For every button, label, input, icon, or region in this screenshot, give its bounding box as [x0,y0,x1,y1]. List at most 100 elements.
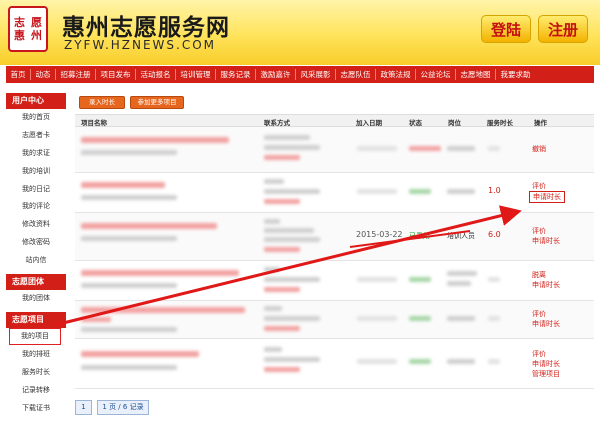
contact-redacted [264,277,320,282]
pagination-page-1[interactable]: 1 [75,400,92,415]
record-hours-button[interactable]: 录入时长 [79,96,125,109]
role-redacted [447,146,475,151]
main-nav: 首页 动态 招募注册 项目发布 活动报名 培训管理 服务记录 激励嘉许 风采展影… [6,66,594,83]
sidebar-item-service-hours[interactable]: 服务时长 [6,364,66,382]
project-name-redacted[interactable] [81,351,199,357]
table-row: 2015-03-22 已录用 培训人员 6.0 评价 申请时长 [75,213,594,261]
apply-hours-link[interactable]: 申请时长 [532,236,560,246]
hours-redacted [488,359,500,364]
join-date-redacted [357,316,397,321]
column-header-role: 岗位 [448,119,461,127]
service-hours-value: 1.0 [488,186,501,195]
column-header-status: 状态 [409,119,422,127]
nav-item-signup[interactable]: 活动报名 [136,69,176,80]
nav-item-gallery[interactable]: 风采展影 [296,69,336,80]
nav-item-map[interactable]: 志愿地图 [456,69,496,80]
sidebar-item-my-verification[interactable]: 我的求证 [6,145,66,163]
project-name-redacted[interactable] [81,223,217,229]
apply-hours-link[interactable]: 申请时长 [529,191,565,203]
contact-redacted [264,219,280,224]
sidebar-heading-projects: 志愿项目 [6,311,66,328]
table-row: 脱离 申请时长 [75,261,594,301]
project-name-redacted[interactable] [81,307,245,313]
rate-link[interactable]: 评价 [532,309,560,319]
sidebar-item-my-diary[interactable]: 我的日记 [6,181,66,199]
rate-link[interactable]: 评价 [532,181,565,191]
contact-redacted [264,357,320,362]
row-actions: 评价 申请时长 [532,309,560,329]
apply-hours-link[interactable]: 申请时长 [532,319,560,329]
apply-hours-link[interactable]: 申请时长 [532,280,560,290]
nav-item-recruit[interactable]: 招募注册 [56,69,96,80]
sidebar-item-my-home[interactable]: 我的首页 [6,109,66,127]
contact-redacted [264,237,320,242]
nav-item-help[interactable]: 我要求助 [496,69,535,80]
hours-redacted [488,146,500,151]
sidebar-item-download-certificate[interactable]: 下载证书 [6,400,66,418]
project-org-redacted [81,327,177,332]
nav-item-home[interactable]: 首页 [6,69,31,80]
nav-item-awards[interactable]: 激励嘉许 [256,69,296,80]
nav-item-policy[interactable]: 政策法规 [376,69,416,80]
join-date-redacted [357,146,397,151]
status-value: 已录用 [409,232,430,240]
row-actions: 脱离 申请时长 [532,270,560,290]
rate-link[interactable]: 评价 [532,349,560,359]
row-actions: 评价 申请时长 [532,226,560,246]
logo-char: 惠 [14,29,25,42]
nav-item-teams[interactable]: 志愿队伍 [336,69,376,80]
sidebar-item-my-comments[interactable]: 我的评论 [6,198,66,216]
row-actions: 评价 申请时长 [529,181,565,203]
site-title: 惠州志愿服务网 [62,15,230,41]
hours-redacted [488,316,500,321]
sidebar: 用户中心 我的首页 志愿者卡 我的求证 我的培训 我的日记 我的评论 修改资料 … [6,93,66,418]
sidebar-item-my-schedule[interactable]: 我的排班 [6,346,66,364]
sidebar-projects-list: 我的项目 我的排班 服务时长 记录转移 下载证书 [6,327,66,418]
sidebar-item-volunteer-card[interactable]: 志愿者卡 [6,127,66,145]
manage-project-link[interactable]: 管理项目 [532,369,560,379]
join-more-projects-button[interactable]: 参加更多项目 [130,96,184,109]
project-name-redacted[interactable] [81,137,229,143]
leave-link[interactable]: 脱离 [532,270,560,280]
join-date-redacted [357,189,397,194]
nav-item-forum[interactable]: 公益论坛 [416,69,456,80]
nav-item-records[interactable]: 服务记录 [216,69,256,80]
site-header: 志 愿 惠 州 惠州志愿服务网 ZYFW.HZNEWS.COM 登陆 注册 [0,0,600,65]
project-name-redacted[interactable] [81,182,165,188]
nav-item-training[interactable]: 培训管理 [176,69,216,80]
sidebar-item-my-training[interactable]: 我的培训 [6,163,66,181]
table-row: 评价 申请时长 [75,301,594,339]
sidebar-item-my-projects[interactable]: 我的项目 [9,327,61,345]
project-name-redacted[interactable] [81,270,239,276]
apply-hours-link[interactable]: 申请时长 [532,359,560,369]
nav-item-publish[interactable]: 项目发布 [96,69,136,80]
sidebar-user-center-list: 我的首页 志愿者卡 我的求证 我的培训 我的日记 我的评论 修改资料 修改密码 … [6,109,66,271]
contact-redacted [264,179,284,184]
cancel-link[interactable]: 撤销 [532,144,546,154]
join-date-redacted [357,359,397,364]
table-row: 1.0 评价 申请时长 [75,173,594,213]
nav-item-news[interactable]: 动态 [31,69,56,80]
contact-redacted [264,155,300,160]
role-redacted [447,271,477,276]
table-header: 项目名称 联系方式 加入日期 状态 岗位 服务时长 操作 [75,114,594,127]
column-header-contact: 联系方式 [264,119,290,127]
logo-char: 州 [31,29,42,42]
status-redacted [409,359,431,364]
project-org-redacted [81,283,177,288]
sidebar-heading-user-center: 用户中心 [6,93,66,109]
join-date-value: 2015-03-22 [356,230,403,239]
sidebar-item-edit-profile[interactable]: 修改资料 [6,216,66,234]
role-redacted [447,281,471,286]
sidebar-item-messages[interactable]: 站内信 [6,252,66,270]
role-redacted [447,316,475,321]
sidebar-item-record-transfer[interactable]: 记录转移 [6,382,66,400]
login-button[interactable]: 登陆 [481,15,531,43]
sidebar-item-change-password[interactable]: 修改密码 [6,234,66,252]
sidebar-item-my-groups[interactable]: 我的团体 [6,290,66,308]
rate-link[interactable]: 评价 [532,226,560,236]
join-date-redacted [357,277,397,282]
register-button[interactable]: 注册 [538,15,588,43]
site-logo[interactable]: 志 愿 惠 州 [8,6,48,52]
project-org-redacted [81,195,177,200]
